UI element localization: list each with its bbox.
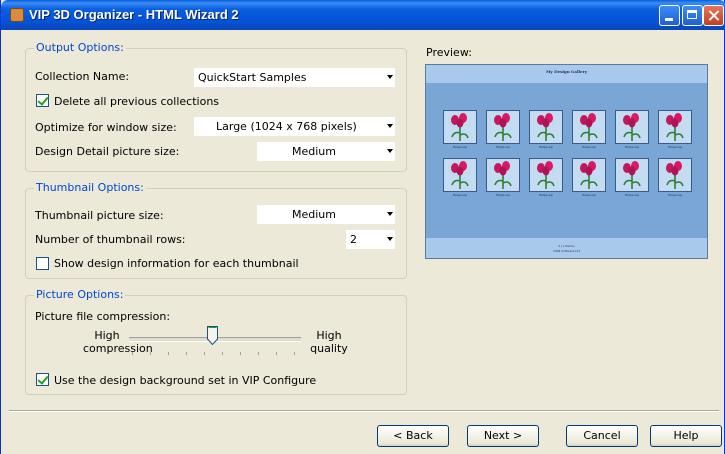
- preview-thumbnail: [572, 158, 606, 192]
- preview-thumbnail-caption: Tulips.vip: [625, 145, 639, 149]
- wizard-window: VIP 3D Organizer - HTML Wizard 2 Output …: [0, 0, 725, 454]
- compression-label: Picture file compression:: [35, 310, 171, 323]
- preview-thumbnail-caption: Tulips.vip: [539, 145, 553, 149]
- close-icon[interactable]: [703, 5, 724, 26]
- collection-name-select[interactable]: QuickStart Samples: [194, 68, 395, 87]
- preview-footer-line2: VISM Software Ltd: [552, 249, 581, 253]
- show-design-info-label[interactable]: Show design information for each thumbna…: [54, 257, 299, 270]
- thumbnail-size-label: Thumbnail picture size:: [35, 209, 164, 222]
- preview-thumbnail: [658, 110, 692, 144]
- thumbnail-rows-select[interactable]: 2: [346, 230, 395, 249]
- next-button[interactable]: Next >: [467, 425, 539, 447]
- thumbnail-rows-value: 2: [350, 233, 357, 246]
- design-detail-size-select[interactable]: Medium: [257, 142, 395, 161]
- tulip-icon: [494, 161, 512, 189]
- tulip-icon: [451, 161, 469, 189]
- preview-thumbnail-caption: Tulips.vip: [496, 145, 510, 149]
- slider-tick: [258, 352, 259, 355]
- show-design-info-checkbox[interactable]: [36, 257, 49, 270]
- thumbnail-size-value: Medium: [292, 208, 336, 221]
- slider-tick: [240, 352, 241, 355]
- slider-tick: [132, 352, 133, 355]
- tulip-icon: [580, 161, 598, 189]
- preview-pane: My Design Gallery Tulips.vip Tulips.vip Tu…: [425, 64, 708, 259]
- tulip-icon: [580, 113, 598, 141]
- design-detail-size-label: Design Detail picture size:: [35, 145, 180, 158]
- preview-thumbnail-caption: Tulips.vip: [539, 193, 553, 197]
- slider-tick: [168, 352, 169, 355]
- bottom-separator: [9, 410, 719, 412]
- tulip-icon: [623, 161, 641, 189]
- chevron-down-icon: [387, 149, 393, 153]
- tulip-icon: [537, 113, 555, 141]
- vip-app-icon: [10, 8, 24, 22]
- window-title: VIP 3D Organizer - HTML Wizard 2: [29, 7, 239, 22]
- chevron-down-icon: [387, 237, 393, 241]
- preview-thumbnail: [529, 110, 563, 144]
- maximize-icon[interactable]: [682, 5, 703, 26]
- preview-thumbnail-caption: Tulips.vip: [453, 193, 467, 197]
- preview-gallery-title: My Design Gallery: [545, 69, 588, 74]
- use-design-background-label[interactable]: Use the design background set in VIP Con…: [54, 374, 316, 387]
- compression-slider-thumb[interactable]: [207, 326, 218, 345]
- preview-thumbnail-caption: Tulips.vip: [582, 145, 596, 149]
- preview-label: Preview:: [426, 46, 472, 59]
- preview-thumbnail-caption: Tulips.vip: [668, 145, 682, 149]
- thumbnail-options-legend: Thumbnail Options:: [34, 181, 146, 194]
- tulip-icon: [537, 161, 555, 189]
- collection-name-label: Collection Name:: [35, 70, 130, 83]
- preview-thumbnail-caption: Tulips.vip: [668, 193, 682, 197]
- preview-thumbnail-caption: Tulips.vip: [625, 193, 639, 197]
- preview-thumbnail: [486, 158, 520, 192]
- thumbnail-rows-label: Number of thumbnail rows:: [35, 233, 186, 246]
- chevron-down-icon: [387, 75, 393, 79]
- help-button[interactable]: Help: [650, 425, 722, 447]
- thumbnail-size-select[interactable]: Medium: [257, 205, 395, 224]
- back-button[interactable]: < Back: [377, 425, 449, 447]
- slider-tick: [150, 352, 151, 355]
- preview-thumbnail-caption: Tulips.vip: [582, 193, 596, 197]
- collection-name-value: QuickStart Samples: [198, 71, 307, 84]
- output-options-legend: Output Options:: [34, 41, 126, 54]
- picture-options-legend: Picture Options:: [34, 288, 126, 301]
- optimize-window-label: Optimize for window size:: [35, 121, 177, 134]
- title-bar[interactable]: VIP 3D Organizer - HTML Wizard 2: [1, 0, 725, 30]
- design-detail-size-value: Medium: [292, 145, 336, 158]
- tulip-icon: [666, 161, 684, 189]
- preview-thumbnail-caption: Tulips.vip: [453, 145, 467, 149]
- tulip-icon: [451, 113, 469, 141]
- cancel-button[interactable]: Cancel: [566, 425, 638, 447]
- delete-collections-checkbox[interactable]: [36, 94, 49, 107]
- minimize-icon[interactable]: [659, 5, 680, 26]
- chevron-down-icon: [387, 124, 393, 128]
- preview-thumbnail: [615, 158, 649, 192]
- preview-header: My Design Gallery: [426, 65, 707, 83]
- tulip-icon: [494, 113, 512, 141]
- slider-tick: [222, 352, 223, 355]
- preview-thumbnail: [572, 110, 606, 144]
- slider-tick: [204, 352, 205, 355]
- preview-thumbnail: [486, 110, 520, 144]
- preview-footer-line1: 1 (1 Items): [558, 244, 575, 248]
- preview-thumbnail: [443, 158, 477, 192]
- preview-thumbnail: [658, 158, 692, 192]
- preview-thumbnail: [443, 110, 477, 144]
- preview-thumbnail: [529, 158, 563, 192]
- delete-collections-label[interactable]: Delete all previous collections: [54, 95, 219, 108]
- high-quality-label: High quality: [310, 329, 348, 355]
- preview-thumbnail: [615, 110, 649, 144]
- optimize-window-value: Large (1024 x 768 pixels): [216, 120, 357, 133]
- slider-tick: [294, 352, 295, 355]
- tulip-icon: [666, 113, 684, 141]
- preview-footer: 1 (1 Items) VISM Software Ltd: [426, 238, 707, 258]
- tulip-icon: [623, 113, 641, 141]
- use-design-background-checkbox[interactable]: [36, 373, 49, 386]
- chevron-down-icon: [387, 212, 393, 216]
- preview-thumbnail-caption: Tulips.vip: [496, 193, 510, 197]
- high-compression-label: High compression: [83, 329, 153, 355]
- slider-tick: [276, 352, 277, 355]
- slider-tick: [186, 352, 187, 355]
- optimize-window-select[interactable]: Large (1024 x 768 pixels): [194, 117, 395, 136]
